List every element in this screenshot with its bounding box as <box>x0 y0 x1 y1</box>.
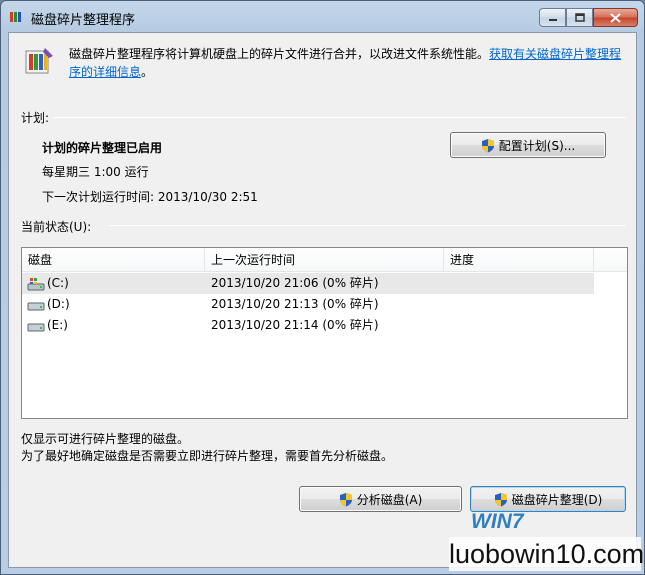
disk-last-run: 2013/10/20 21:13 (0% 碎片) <box>211 297 379 311</box>
column-progress[interactable]: 进度 <box>444 248 594 272</box>
watermark-text: luobowin10.com <box>449 537 645 571</box>
watermark-badge: WIN7 <box>471 510 524 533</box>
window-title: 磁盘碎片整理程序 <box>31 13 136 28</box>
schedule-divider <box>53 117 626 118</box>
title-bar[interactable]: 磁盘碎片整理程序 <box>1 1 644 31</box>
configure-schedule-label: 配置计划(S)... <box>498 138 576 153</box>
disk-name: (C:) <box>47 276 69 290</box>
disk-name: (D:) <box>47 297 70 311</box>
defrag-app-icon <box>10 12 21 22</box>
hard-drive-icon <box>27 323 45 332</box>
note-defraggable-only: 仅显示可进行碎片整理的磁盘。 <box>21 432 190 446</box>
uac-shield-icon <box>339 492 352 506</box>
configure-schedule-button[interactable]: 配置计划(S)... <box>450 132 606 158</box>
defrag-header-icon <box>25 48 53 74</box>
disk-last-run: 2013/10/20 21:06 (0% 碎片) <box>211 276 379 290</box>
disk-list[interactable]: 磁盘 上一次运行时间 进度 (C:) 2013/10/20 21:06 (0% … <box>21 247 628 419</box>
disk-row-e[interactable]: (E:) 2013/10/20 21:14 (0% 碎片) <box>22 315 594 336</box>
note-analyze-first: 为了最好地确定磁盘是否需要立即进行碎片整理，需要首先分析磁盘。 <box>21 449 394 463</box>
hard-drive-icon <box>27 302 45 311</box>
intro-period: 。 <box>141 65 154 79</box>
maximize-button[interactable] <box>566 8 593 27</box>
analyze-disk-label: 分析磁盘(A) <box>356 492 423 507</box>
column-disk[interactable]: 磁盘 <box>22 248 205 272</box>
uac-shield-icon <box>494 492 507 506</box>
schedule-status: 计划的碎片整理已启用 <box>42 141 163 155</box>
disk-last-run: 2013/10/20 21:14 (0% 碎片) <box>211 318 379 332</box>
defrag-window: 磁盘碎片整理程序 磁盘碎片整理程序将计算机硬盘上的碎片文件进行合并，以改进文件系… <box>0 0 645 575</box>
analyze-disk-button[interactable]: 分析磁盘(A) <box>299 486 462 512</box>
disk-row-d[interactable]: (D:) 2013/10/20 21:13 (0% 碎片) <box>22 294 594 315</box>
schedule-next-run: 下一次计划运行时间: 2013/10/30 2:51 <box>42 190 258 204</box>
status-divider <box>109 225 626 226</box>
uac-shield-icon <box>481 138 494 152</box>
disk-list-header: 磁盘 上一次运行时间 进度 <box>22 248 627 272</box>
defragment-disk-label: 磁盘碎片整理(D) <box>511 492 603 507</box>
close-icon <box>610 12 621 23</box>
current-status-label: 当前状态(U): <box>21 220 92 234</box>
column-last-run[interactable]: 上一次运行时间 <box>205 248 444 272</box>
schedule-group-label: 计划: <box>21 111 50 125</box>
disk-row-c[interactable]: (C:) 2013/10/20 21:06 (0% 碎片) <box>22 273 594 294</box>
disk-name: (E:) <box>47 318 68 332</box>
intro-description: 磁盘碎片整理程序将计算机硬盘上的碎片文件进行合并，以改进文件系统性能。 <box>69 47 490 61</box>
close-button[interactable] <box>593 8 638 27</box>
intro-text: 磁盘碎片整理程序将计算机硬盘上的碎片文件进行合并，以改进文件系统性能。获取有关磁… <box>69 45 625 81</box>
caption-buttons <box>539 8 638 28</box>
client-area: 磁盘碎片整理程序将计算机硬盘上的碎片文件进行合并，以改进文件系统性能。获取有关磁… <box>8 32 637 568</box>
system-drive-icon <box>27 278 45 291</box>
minimize-icon <box>548 18 557 21</box>
minimize-button[interactable] <box>539 8 566 27</box>
schedule-frequency: 每星期三 1:00 运行 <box>42 165 149 179</box>
maximize-icon <box>574 13 585 22</box>
